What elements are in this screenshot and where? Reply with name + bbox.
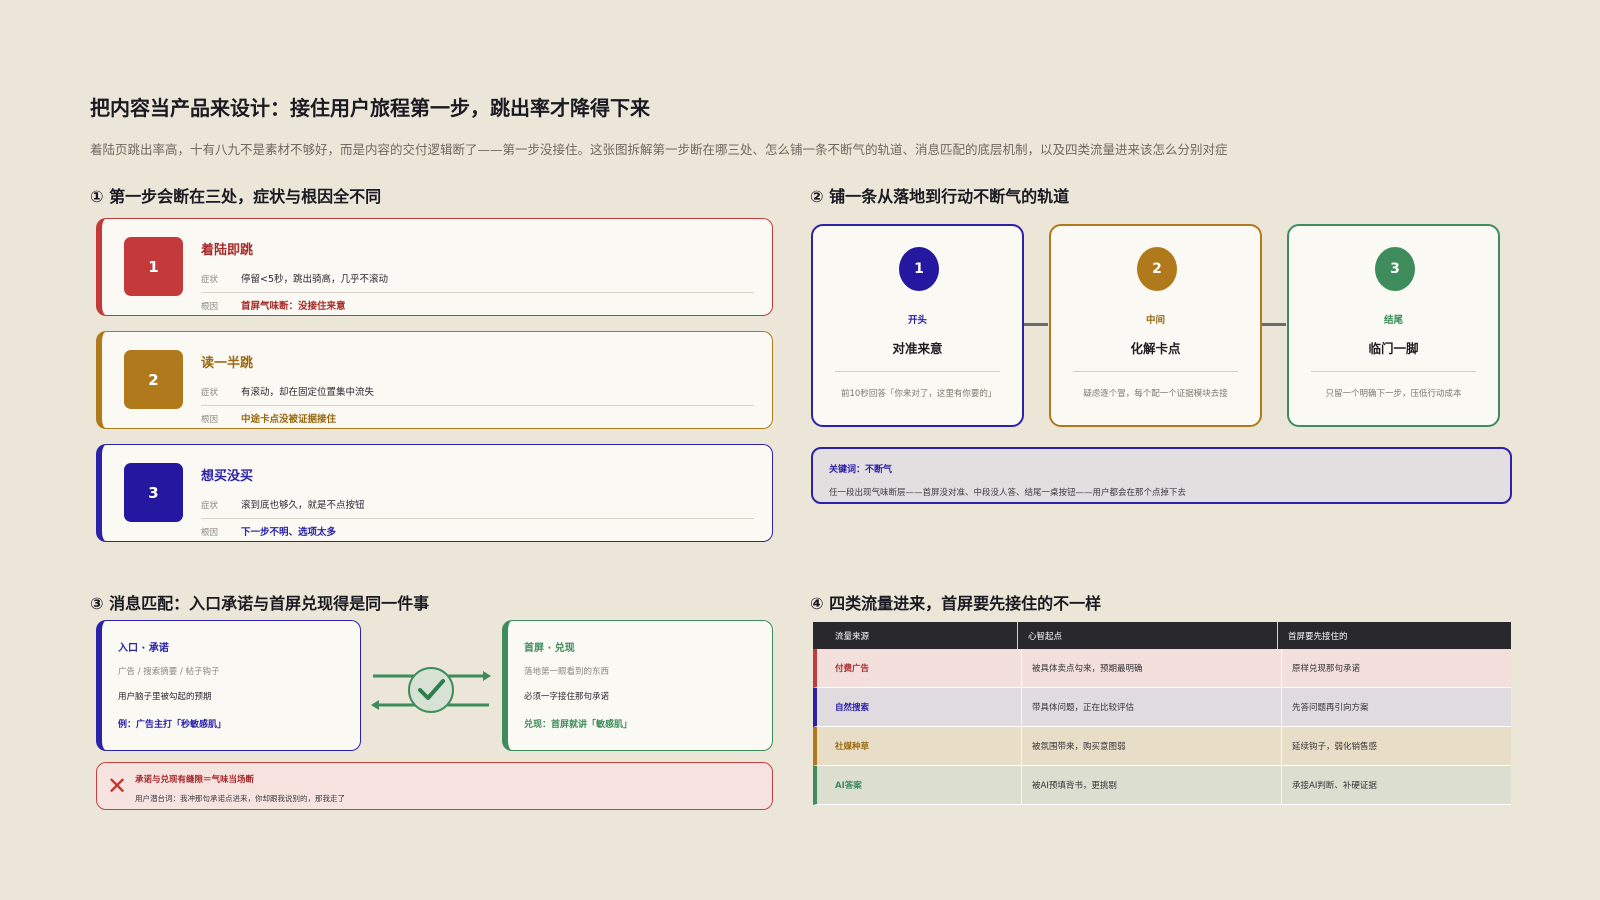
mind-cell: 被氛围带来，购买意图弱: [1022, 727, 1282, 765]
stage-card: 1 开头 对准来意 前10秒回答「你来对了，这里有你要的」: [811, 224, 1024, 427]
table-row: 社媒种草 被氛围带来，购买意图弱 延续钩子，弱化销售感: [813, 727, 1511, 766]
delivery-heading: 首屏 · 兑现: [524, 643, 575, 654]
symptom-label: 症状: [201, 501, 219, 511]
column-header: 首屏要先接住的: [1288, 631, 1348, 642]
stage-description: 只留一个明确下一步，压低行动成本: [1325, 389, 1462, 399]
mind-cell: 被AI预填背书，更挑剔: [1022, 766, 1282, 804]
warning-title: 承诺与兑现有缝隙＝气味当场断: [135, 775, 255, 785]
break-point-card: 1 着陆即跳 症状 停留<5秒，跳出骑高，几乎不滚动 根因 首屏气味断：没接住来意: [96, 218, 773, 316]
cross-icon: ✕: [107, 772, 128, 800]
first-screen-cell: 先答问题再引向方案: [1292, 703, 1369, 713]
source-cell: 自然搜索: [817, 688, 1022, 726]
keyword-note: 关键词：不断气 任一段出现气味断层——首屏没对准、中段没人答、结尾一桌按钮——用…: [811, 447, 1512, 504]
mismatch-warning: ✕ 承诺与兑现有缝隙＝气味当场断 用户潜台词：我冲那句承诺点进来，你却跟我说别的…: [96, 762, 773, 810]
table-row: 自然搜索 带具体问题，正在比较评估 先答问题再引向方案: [813, 688, 1511, 727]
break-point-card: 2 读一半跳 症状 有滚动，却在固定位置集中流失 根因 中途卡点没被证据接住: [96, 331, 773, 429]
delivery-card: 首屏 · 兑现 落地第一眼看到的东西 必须一字接住那句承诺 兑现：首屏就讲「敏感…: [502, 620, 773, 751]
symptom-row: 症状 有滚动，却在固定位置集中流失: [201, 384, 754, 406]
symptom-text: 滚到底也够久，就是不点按钮: [241, 500, 365, 511]
table-row: AI答案 被AI预填背书，更挑剔 承接AI判断、补硬证据: [813, 766, 1511, 805]
card-number-badge: 2: [124, 350, 183, 409]
mind-cell: 被具体卖点勾来，预期最明确: [1022, 649, 1282, 687]
delivery-channels: 落地第一眼看到的东西: [524, 667, 610, 677]
promise-channels: 广告 / 搜索摘要 / 帖子钩子: [118, 667, 220, 677]
root-label: 根因: [201, 415, 219, 425]
stage-label: 开头: [907, 315, 927, 326]
stage-connector: [1262, 323, 1286, 326]
symptom-text: 有滚动，却在固定位置集中流失: [241, 387, 375, 398]
mind-cell: 带具体问题，正在比较评估: [1022, 688, 1282, 726]
first-screen-cell: 延续钩子，弱化销售感: [1292, 742, 1378, 752]
card-title: 想买没买: [201, 469, 254, 484]
root-label: 根因: [201, 528, 219, 538]
match-arrows-check-icon: [371, 667, 491, 713]
warning-description: 用户潜台词：我冲那句承诺点进来，你却跟我说别的，那我走了: [135, 794, 345, 803]
symptom-label: 症状: [201, 275, 219, 285]
symptom-label: 症状: [201, 388, 219, 398]
column-header: 流量来源: [813, 622, 1018, 649]
delivery-example: 兑现：首屏就讲「敏感肌」: [524, 720, 633, 730]
card-number-badge: 1: [124, 237, 183, 296]
stage-card: 3 结尾 临门一脚 只留一个明确下一步，压低行动成本: [1287, 224, 1500, 427]
source-cell: 付费广告: [817, 649, 1022, 687]
stage-number-badge: 3: [1375, 247, 1415, 291]
first-screen-cell: 承接AI判断、补硬证据: [1292, 781, 1377, 791]
table-row: 付费广告 被具体卖点勾来，预期最明确 原样兑现那句承诺: [813, 649, 1511, 688]
promise-heading: 入口 · 承诺: [118, 643, 169, 654]
stage-label: 结尾: [1383, 315, 1403, 326]
source-cell: 社媒种草: [817, 727, 1022, 765]
break-point-card: 3 想买没买 症状 滚到底也够久，就是不点按钮 根因 下一步不明、选项太多: [96, 444, 773, 542]
section2-heading: ② 铺一条从落地到行动不断气的轨道: [810, 187, 1070, 206]
symptom-row: 症状 滚到底也够久，就是不点按钮: [201, 497, 754, 519]
stage-number-badge: 1: [899, 247, 939, 291]
divider: [1073, 371, 1238, 372]
divider: [835, 371, 1000, 372]
stage-description: 前10秒回答「你来对了，这里有你要的」: [841, 389, 997, 399]
card-title: 着陆即跳: [201, 243, 254, 258]
root-row: 根因 中途卡点没被证据接住: [201, 411, 754, 425]
section1-heading: ① 第一步会断在三处，症状与根因全不同: [90, 187, 382, 206]
root-text: 下一步不明、选项太多: [241, 527, 337, 538]
source-cell: AI答案: [817, 766, 1022, 804]
stage-description: 疑虑逐个冒，每个配一个证据模块去接: [1083, 389, 1228, 399]
column-header: 心智起点: [1018, 622, 1278, 649]
promise-description: 用户脑子里被勾起的预期: [118, 692, 212, 702]
stage-title: 临门一脚: [1368, 341, 1419, 356]
root-label: 根因: [201, 302, 219, 312]
root-text: 中途卡点没被证据接住: [241, 414, 337, 425]
stage-title: 对准来意: [892, 341, 943, 356]
symptom-row: 症状 停留<5秒，跳出骑高，几乎不滚动: [201, 271, 754, 293]
stage-card: 2 中间 化解卡点 疑虑逐个冒，每个配一个证据模块去接: [1049, 224, 1262, 427]
keyword-title: 关键词：不断气: [829, 465, 893, 475]
card-title: 读一半跳: [201, 356, 254, 371]
card-number-badge: 3: [124, 463, 183, 522]
table-header: 流量来源 心智起点 首屏要先接住的: [813, 622, 1511, 649]
root-text: 首屏气味断：没接住来意: [241, 301, 346, 312]
stage-label: 中间: [1145, 315, 1165, 326]
traffic-table: 流量来源 心智起点 首屏要先接住的 付费广告 被具体卖点勾来，预期最明确 原样兑…: [813, 622, 1511, 805]
section4-heading: ④ 四类流量进来，首屏要先接住的不一样: [810, 594, 1102, 613]
keyword-description: 任一段出现气味断层——首屏没对准、中段没人答、结尾一桌按钮——用户都会在那个点掉…: [829, 488, 1187, 498]
page-title: 把内容当产品来设计：接住用户旅程第一步，跳出率才降得下来: [90, 96, 650, 120]
page-subtitle: 着陆页跳出率高，十有八九不是素材不够好，而是内容的交付逻辑断了——第一步没接住。…: [90, 142, 1228, 157]
stage-number-badge: 2: [1137, 247, 1177, 291]
promise-example: 例：广告主打「秒敏感肌」: [118, 720, 227, 730]
promise-card: 入口 · 承诺 广告 / 搜索摘要 / 帖子钩子 用户脑子里被勾起的预期 例：广…: [96, 620, 361, 751]
section3-heading: ③ 消息匹配：入口承诺与首屏兑现得是同一件事: [90, 594, 430, 613]
symptom-text: 停留<5秒，跳出骑高，几乎不滚动: [241, 274, 389, 285]
stage-title: 化解卡点: [1130, 341, 1181, 356]
first-screen-cell: 原样兑现那句承诺: [1292, 664, 1361, 674]
divider: [1311, 371, 1476, 372]
root-row: 根因 下一步不明、选项太多: [201, 524, 754, 538]
delivery-description: 必须一字接住那句承诺: [524, 692, 610, 702]
stage-connector: [1024, 323, 1048, 326]
root-row: 根因 首屏气味断：没接住来意: [201, 298, 754, 312]
